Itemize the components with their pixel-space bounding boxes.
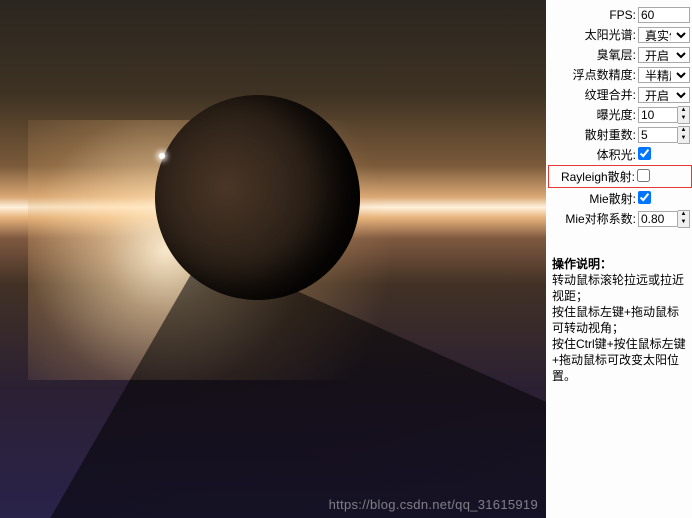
scatter-weight-spinner[interactable]: ▲▼ bbox=[678, 126, 690, 144]
instructions-block: 操作说明： 转动鼠标滚轮拉远或拉近视距； 按住鼠标左键+拖动鼠标可转动视角； 按… bbox=[548, 256, 690, 384]
ozone-label: 臭氧层: bbox=[597, 46, 636, 63]
precision-select[interactable]: 半精度 bbox=[638, 67, 690, 83]
instructions-line-2: 按住鼠标左键+拖动鼠标可转动视角； bbox=[552, 305, 679, 335]
render-viewport[interactable]: https://blog.csdn.net/qq_31615919 bbox=[0, 0, 546, 518]
volumetric-checkbox[interactable] bbox=[638, 147, 651, 160]
precision-label: 浮点数精度: bbox=[573, 66, 636, 83]
texmerge-select[interactable]: 开启 bbox=[638, 87, 690, 103]
mie-g-spinner[interactable]: ▲▼ bbox=[678, 210, 690, 228]
mie-g-input[interactable] bbox=[638, 211, 678, 227]
watermark-text: https://blog.csdn.net/qq_31615919 bbox=[329, 497, 538, 512]
mie-label: Mie散射: bbox=[589, 190, 636, 207]
exposure-spinner[interactable]: ▲▼ bbox=[678, 106, 690, 124]
spectrum-label: 太阳光谱: bbox=[585, 26, 636, 43]
ozone-select[interactable]: 开启 bbox=[638, 47, 690, 63]
rayleigh-checkbox[interactable] bbox=[637, 169, 650, 182]
rayleigh-row-highlight: Rayleigh散射: bbox=[548, 165, 692, 188]
scatter-weight-input[interactable] bbox=[638, 127, 678, 143]
mie-g-label: Mie对称系数: bbox=[565, 210, 636, 227]
fps-label: FPS: bbox=[609, 8, 636, 22]
instructions-line-3: 按住Ctrl键+按住鼠标左键+拖动鼠标可改变太阳位置。 bbox=[552, 337, 686, 383]
spectrum-select[interactable]: 真实值 bbox=[638, 27, 690, 43]
texmerge-label: 纹理合并: bbox=[585, 86, 636, 103]
sun-point bbox=[159, 153, 165, 159]
rayleigh-label: Rayleigh散射: bbox=[561, 168, 635, 185]
planet-sphere bbox=[155, 95, 360, 300]
instructions-title: 操作说明： bbox=[552, 257, 612, 271]
scatter-weight-label: 散射重数: bbox=[585, 126, 636, 143]
exposure-label: 曝光度: bbox=[597, 106, 636, 123]
fps-input[interactable] bbox=[638, 7, 690, 23]
instructions-line-1: 转动鼠标滚轮拉远或拉近视距； bbox=[552, 273, 684, 303]
volumetric-label: 体积光: bbox=[597, 146, 636, 163]
mie-checkbox[interactable] bbox=[638, 191, 651, 204]
settings-panel: FPS: 太阳光谱: 真实值 臭氧层: 开启 浮点数精度: 半精度 纹理合并: … bbox=[546, 0, 692, 518]
exposure-input[interactable] bbox=[638, 107, 678, 123]
